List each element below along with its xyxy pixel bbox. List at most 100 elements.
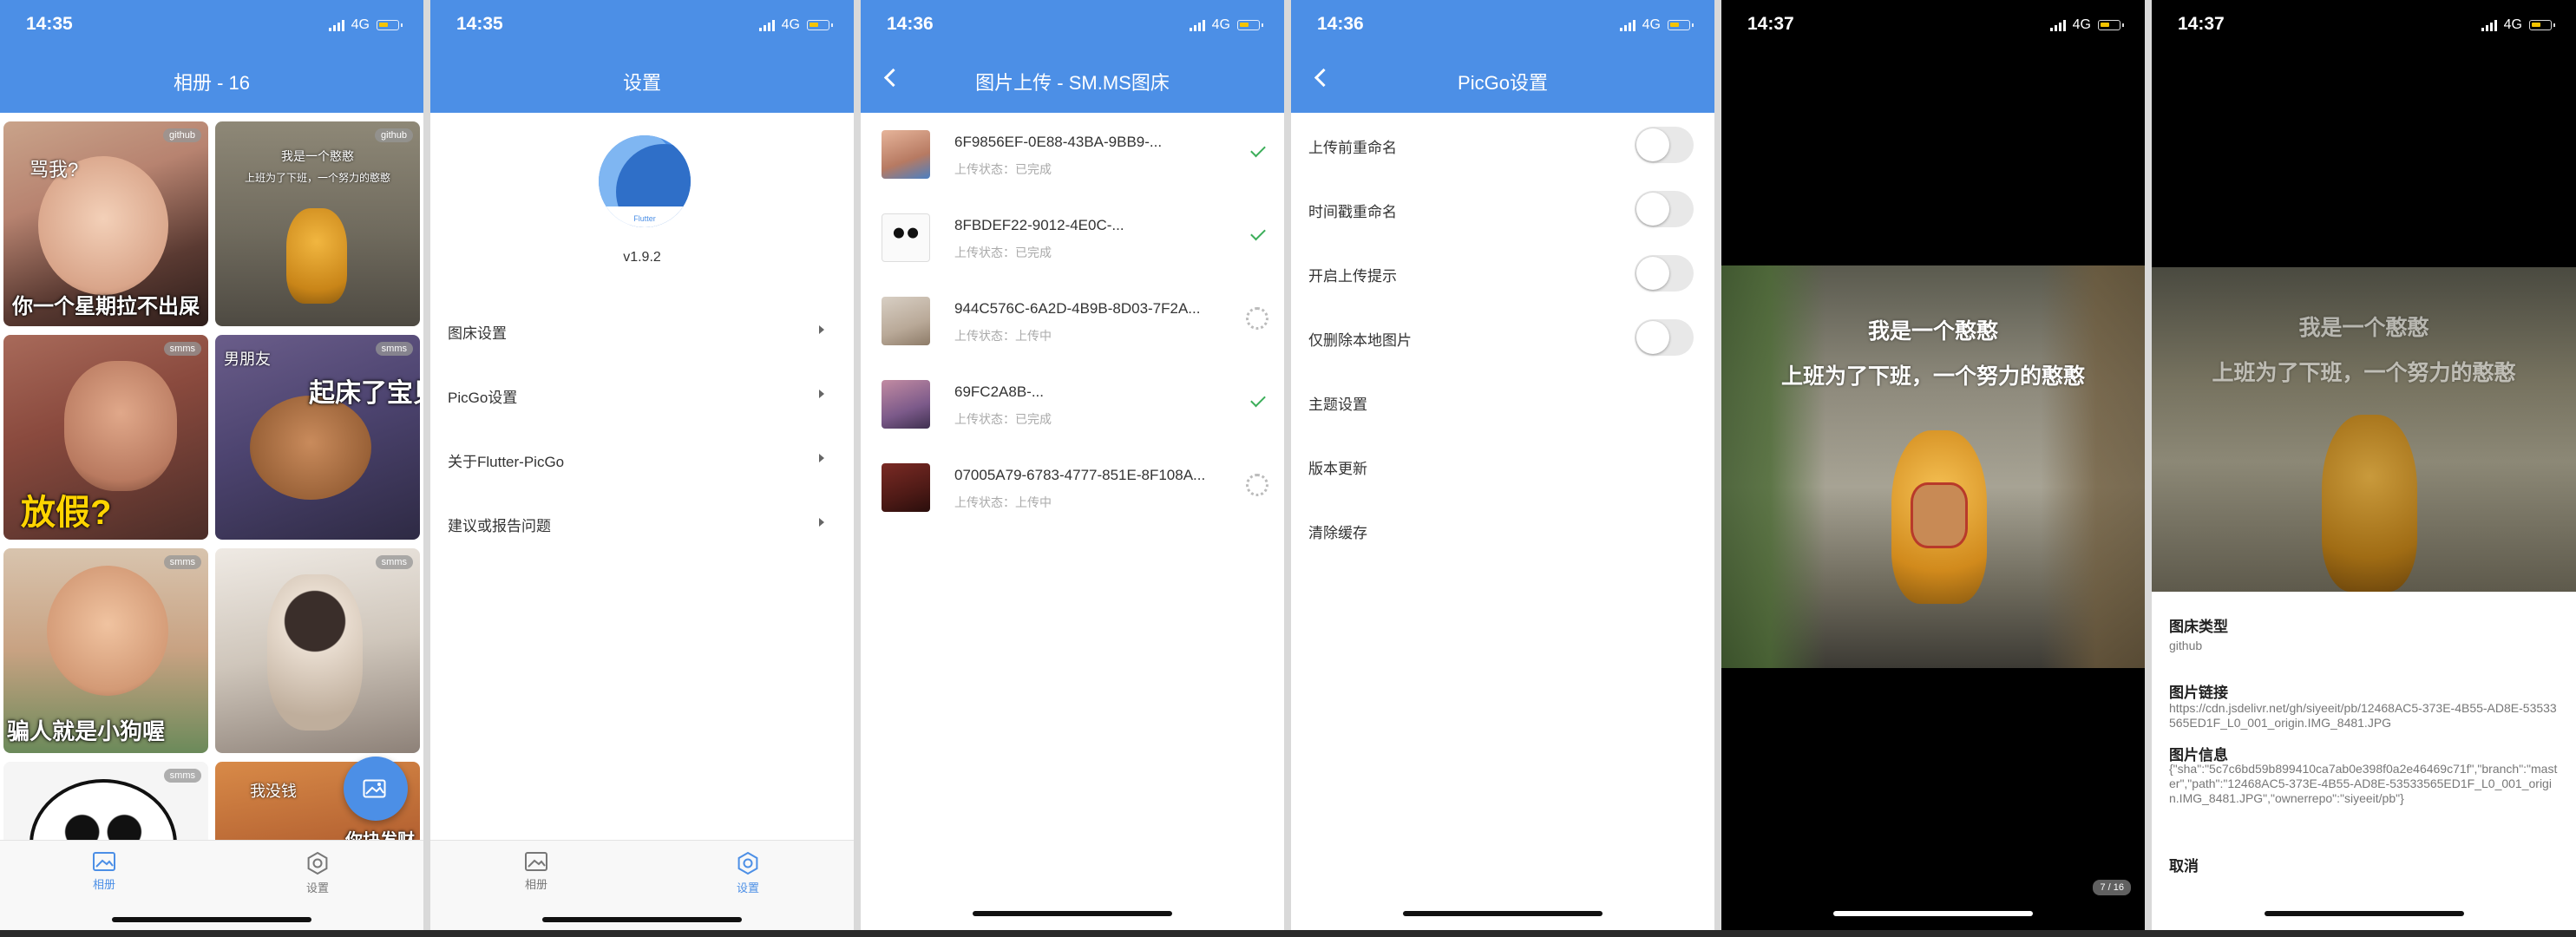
image-link-value[interactable]: https://cdn.jsdelivr.net/gh/siyeeit/pb/1…: [2169, 701, 2560, 731]
nav-settings[interactable]: 设置: [265, 851, 370, 895]
rename-before-upload-toggle[interactable]: [1635, 127, 1694, 163]
nav-album-label: 相册: [524, 878, 547, 891]
timestamp-rename-toggle[interactable]: [1635, 191, 1694, 227]
upload-thumbnail: [882, 213, 930, 262]
host-badge: smms: [163, 342, 201, 356]
page-title: 设置: [622, 72, 661, 94]
upload-button[interactable]: [344, 757, 408, 821]
setting-label: 时间戳重命名: [1308, 204, 1397, 220]
bear-figure: [2322, 415, 2417, 592]
setting-delete-local-only: 仅删除本地图片: [1291, 305, 1714, 370]
network-label: 4G: [781, 17, 800, 32]
image-upload-icon: [363, 779, 386, 798]
upload-status: 上传状态：已完成: [954, 162, 1052, 176]
page-title: PicGo设置: [1458, 72, 1548, 94]
loading-spinner-icon: [1246, 307, 1268, 330]
menu-picgo-settings[interactable]: PicGo设置: [430, 361, 854, 425]
bottom-strip: [0, 930, 2576, 937]
status-bar: 14:36 4G: [1291, 0, 1714, 50]
nav-settings[interactable]: 设置: [696, 851, 800, 895]
page-title: 图片上传 - SM.MS图床: [975, 72, 1170, 94]
upload-notice-toggle[interactable]: [1635, 255, 1694, 292]
photo-tile[interactable]: smms 骗人就是小狗喔: [3, 548, 208, 753]
menu-feedback[interactable]: 建议或报告问题: [430, 489, 854, 554]
status-time: 14:36: [1317, 14, 1364, 34]
upload-thumbnail: [882, 297, 930, 345]
nav-album[interactable]: 相册: [484, 851, 588, 892]
image-info-value[interactable]: {"sha":"5c7c6bd59b899410ca7ab0e398f0a2e4…: [2169, 762, 2560, 806]
menu-about[interactable]: 关于Flutter-PicGo: [430, 425, 854, 489]
photo-text-line1: 我是一个憨憨: [2298, 316, 2429, 340]
photo-caption-top: 男朋友: [224, 351, 271, 368]
setting-label: 版本更新: [1308, 461, 1367, 477]
photo-content: [250, 396, 371, 500]
setting-rename-before-upload: 上传前重命名: [1291, 113, 1714, 177]
delete-local-only-toggle[interactable]: [1635, 319, 1694, 356]
photo-caption: 起床了宝贝: [309, 379, 420, 408]
image-icon: [93, 852, 115, 871]
upload-item[interactable]: 69FC2A8B-... 上传状态：已完成: [861, 363, 1284, 446]
page-title: 相册 - 16: [173, 72, 251, 94]
photo-caption-line2: 上班为了下班，一个努力的憨憨: [244, 172, 390, 184]
full-photo[interactable]: 我是一个憨憨 上班为了下班，一个努力的憨憨: [1721, 265, 2145, 668]
status-time: 14:35: [26, 14, 73, 34]
app-bar: 14:35 4G 设置: [430, 0, 854, 113]
home-indicator: [1833, 911, 2033, 916]
photo-tile[interactable]: smms: [3, 762, 208, 842]
setting-theme[interactable]: 主题设置: [1291, 370, 1714, 434]
photo-caption: 骗人就是小狗喔: [7, 718, 166, 744]
info-sheet: 图床类型 github 图片链接 https://cdn.jsdelivr.ne…: [2152, 592, 2576, 930]
menu-label: PicGo设置: [448, 390, 518, 406]
home-indicator: [542, 917, 742, 922]
loading-spinner-icon: [1246, 474, 1268, 496]
app-bar: 14:36 4G 图片上传 - SM.MS图床: [861, 0, 1284, 113]
photo-tile[interactable]: smms 男朋友 起床了宝贝: [215, 335, 420, 540]
upload-status: 上传状态：已完成: [954, 412, 1052, 426]
host-badge: smms: [375, 342, 413, 356]
network-label: 4G: [2503, 17, 2522, 32]
status-time: 14:37: [2178, 14, 2225, 34]
image-icon: [525, 852, 547, 871]
home-indicator: [1403, 911, 1603, 916]
setting-label: 主题设置: [1308, 396, 1367, 413]
check-icon: [1250, 391, 1266, 408]
photo-tile[interactable]: github 我是一个憨憨 上班为了下班，一个努力的憨憨: [215, 121, 420, 326]
photo-tile[interactable]: smms: [215, 548, 420, 753]
signal-icon: [328, 19, 344, 31]
photo-tile[interactable]: smms 放假?: [3, 335, 208, 540]
network-label: 4G: [351, 17, 370, 32]
upload-thumbnail: [882, 380, 930, 429]
cancel-button[interactable]: 取消: [2169, 854, 2199, 875]
battery-icon: [2098, 20, 2124, 30]
setting-clear-cache[interactable]: 清除缓存: [1291, 498, 1714, 562]
setting-upload-notice: 开启上传提示: [1291, 241, 1714, 305]
battery-icon: [807, 20, 833, 30]
network-label: 4G: [1211, 17, 1230, 32]
upload-item[interactable]: 944C576C-6A2D-4B9B-8D03-7F2A... 上传状态：上传中: [861, 279, 1284, 363]
app-bar: 14:36 4G PicGo设置: [1291, 0, 1714, 113]
upload-filename: 6F9856EF-0E88-43BA-9BB9-...: [954, 134, 1163, 150]
upload-item[interactable]: 8FBDEF22-9012-4E0C-... 上传状态：已完成: [861, 196, 1284, 279]
upload-status: 上传状态：已完成: [954, 246, 1052, 259]
menu-label: 图床设置: [448, 325, 507, 342]
status-bar: 14:37 4G: [2152, 0, 2576, 50]
setting-version-update[interactable]: 版本更新: [1291, 434, 1714, 498]
host-badge: smms: [163, 769, 201, 783]
menu-image-host-settings[interactable]: 图床设置: [430, 297, 854, 361]
photo-grid: github 骂我? 你一个星期拉不出屎 github 我是一个憨憨 上班为了下…: [3, 121, 420, 842]
photo-tile[interactable]: github 骂我? 你一个星期拉不出屎: [3, 121, 208, 326]
dimmed-photo[interactable]: 我是一个憨憨 上班为了下班，一个努力的憨憨: [2152, 267, 2576, 592]
photo-text-line2: 上班为了下班，一个努力的憨憨: [2212, 361, 2516, 385]
host-badge: github: [375, 128, 413, 142]
home-indicator: [112, 917, 311, 922]
logo-label: Flutter: [633, 214, 656, 223]
signal-icon: [758, 19, 775, 31]
upload-item[interactable]: 07005A79-6783-4777-851E-8F108A... 上传状态：上…: [861, 446, 1284, 529]
upload-filename: 944C576C-6A2D-4B9B-8D03-7F2A...: [954, 300, 1201, 317]
album-screen: 14:35 4G 相册 - 16 github 骂我? 你一个星期拉不出屎 gi…: [0, 0, 423, 930]
photo-content: [267, 574, 363, 731]
photo-content: [286, 208, 347, 304]
nav-album[interactable]: 相册: [52, 851, 156, 892]
upload-item[interactable]: 6F9856EF-0E88-43BA-9BB9-... 上传状态：已完成: [861, 113, 1284, 196]
photo-info-screen: 14:37 4G 我是一个憨憨 上班为了下班，一个努力的憨憨 图床类型 gith…: [2152, 0, 2576, 930]
